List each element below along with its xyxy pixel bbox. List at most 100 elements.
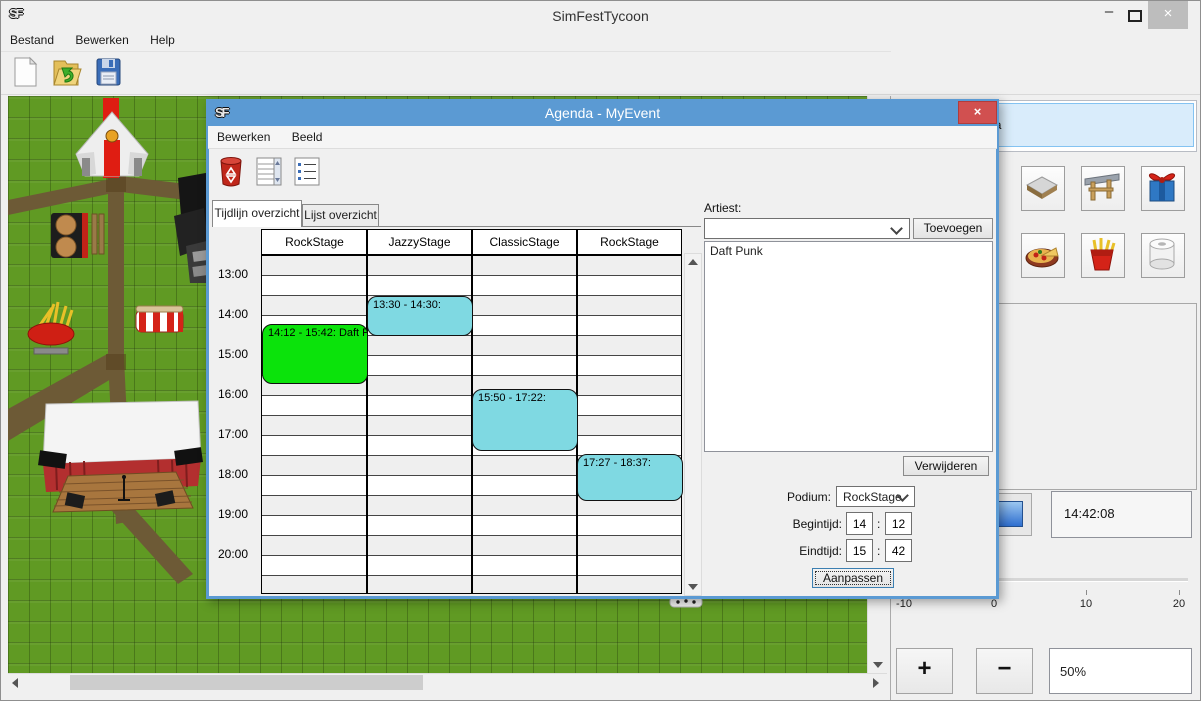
podium-combobox[interactable]: RockStage <box>836 486 915 507</box>
time-label: 16:00 <box>218 387 260 401</box>
stage-column-header: ClassicStage <box>472 230 577 254</box>
save-floppy-icon <box>93 55 123 89</box>
slider-tick-label: 20 <box>1159 598 1199 610</box>
shop-item-toilet-paper-button[interactable] <box>1141 233 1185 278</box>
road-tile-icon <box>1022 167 1062 208</box>
time-label: 15:00 <box>218 347 260 361</box>
list-view-button[interactable] <box>292 154 324 188</box>
end-minute-field[interactable] <box>885 539 912 562</box>
striped-stand <box>136 306 183 332</box>
menu-bewerken[interactable]: Bewerken <box>66 29 137 47</box>
close-button[interactable]: × <box>1148 1 1188 29</box>
clock-value: 14:42:08 <box>1064 506 1115 521</box>
apply-button[interactable]: Aanpassen <box>812 568 894 588</box>
slider-tick <box>1179 590 1180 595</box>
begin-hour-field[interactable] <box>846 512 873 535</box>
shop-item-gift-box-button[interactable] <box>1141 166 1185 211</box>
shop-item-entrance-gate-button[interactable] <box>1081 166 1125 211</box>
agenda-dialog: SF Agenda - MyEvent × Bewerken Beeld <box>206 99 999 599</box>
play-icon <box>995 501 1023 527</box>
tab-lijst-overzicht[interactable]: Lijst overzicht <box>302 204 379 227</box>
open-folder-icon <box>51 55 83 89</box>
zoom-level-field[interactable]: 50% <box>1049 648 1192 694</box>
time-label: 14:00 <box>218 307 260 321</box>
new-file-icon <box>10 55 40 89</box>
game-clock: 14:42:08 <box>1051 491 1192 538</box>
schedule-event[interactable]: 17:27 - 18:37: <box>577 454 683 501</box>
time-colon: : <box>877 544 880 558</box>
scrollbar-thumb[interactable] <box>70 675 423 690</box>
artist-list-item[interactable]: Daft Punk <box>705 242 992 260</box>
scroll-up-icon[interactable] <box>688 259 698 265</box>
tab-tijdlijn-overzicht[interactable]: Tijdlijn overzicht <box>212 200 302 227</box>
dialog-menu-bar: Bewerken Beeld <box>208 126 997 149</box>
zoom-in-button[interactable]: + <box>896 648 953 694</box>
toilet-paper-icon <box>1142 234 1182 275</box>
menu-help[interactable]: Help <box>141 29 184 47</box>
schedule-scrollbar[interactable] <box>684 253 702 596</box>
zoom-out-button[interactable]: − <box>976 648 1033 694</box>
artist-label: Artiest: <box>704 201 741 215</box>
title-bar: SF SimFestTycoon – × <box>1 1 1200 29</box>
dialog-toolbar <box>208 148 997 194</box>
stage-column-header: RockStage <box>577 230 682 254</box>
column-divider <box>366 230 368 593</box>
begin-minute-field[interactable] <box>885 512 912 535</box>
scroll-left-icon[interactable] <box>12 678 18 688</box>
podium-label: Podium: <box>751 490 831 504</box>
scroll-right-icon[interactable] <box>873 678 879 688</box>
scroll-down-icon[interactable] <box>873 662 883 668</box>
maximize-button[interactable] <box>1122 1 1148 29</box>
time-colon: : <box>877 517 880 531</box>
menu-bestand[interactable]: Bestand <box>1 29 63 47</box>
dialog-menu-beeld[interactable]: Beeld <box>283 126 332 144</box>
timeline-view-icon <box>254 154 284 188</box>
scroll-down-icon[interactable] <box>688 584 698 590</box>
time-label: 13:00 <box>218 267 260 281</box>
fries-icon <box>1082 234 1122 275</box>
new-file-button[interactable] <box>10 55 44 91</box>
artist-combobox[interactable] <box>704 218 910 239</box>
time-label: 19:00 <box>218 507 260 521</box>
menu-bar: Bestand Bewerken Help <box>1 29 891 52</box>
time-label: 20:00 <box>218 547 260 561</box>
end-time-label: Eindtijd: <box>762 544 842 558</box>
shop-item-pizza-button[interactable] <box>1021 233 1065 278</box>
entrance-gate-icon <box>1082 167 1122 208</box>
schedule-event[interactable]: 13:30 - 14:30: <box>367 296 473 336</box>
slider-tick-label: 10 <box>1066 598 1106 610</box>
bench <box>92 214 104 254</box>
map-horizontal-scrollbar[interactable] <box>8 673 887 691</box>
end-hour-field[interactable] <box>846 539 873 562</box>
trash-icon <box>216 154 246 188</box>
schedule-event[interactable]: 15:50 - 17:22: <box>472 389 578 450</box>
artist-listbox[interactable]: Daft Punk <box>704 241 993 452</box>
shop-item-fries-button[interactable] <box>1081 233 1125 278</box>
timeline-view-button[interactable] <box>254 154 286 188</box>
minimize-button[interactable]: – <box>1096 1 1122 29</box>
slider-tick-label: -10 <box>884 598 924 610</box>
timeline-grid: 13:0014:0015:0016:0017:0018:0019:0020:00… <box>213 229 702 596</box>
list-view-icon <box>292 154 322 188</box>
time-label: 17:00 <box>218 427 260 441</box>
dialog-title-bar[interactable]: SF Agenda - MyEvent × <box>208 101 997 126</box>
schedule-event[interactable]: 14:12 - 15:42: Daft Punk <box>262 324 368 384</box>
app-window: SF SimFestTycoon – × Bestand Bewerken He… <box>0 0 1201 701</box>
main-toolbar <box>1 52 891 94</box>
pizza-icon <box>1022 234 1062 275</box>
shop-item-road-tile-button[interactable] <box>1021 166 1065 211</box>
content-divider <box>1 94 1201 95</box>
remove-artist-button[interactable]: Verwijderen <box>903 456 989 476</box>
save-button[interactable] <box>93 55 127 91</box>
slider-tick <box>1086 590 1087 595</box>
gift-box-icon <box>1142 167 1182 208</box>
schedule-columns: RockStageJazzyStageClassicStageRockStage… <box>261 229 682 594</box>
dialog-close-button[interactable]: × <box>958 101 997 124</box>
delete-event-button[interactable] <box>216 154 248 188</box>
dialog-menu-bewerken[interactable]: Bewerken <box>208 126 279 144</box>
slider-tick-label: 0 <box>974 598 1014 610</box>
maximize-icon <box>1128 10 1142 22</box>
add-artist-button[interactable]: Toevoegen <box>913 218 993 239</box>
open-file-button[interactable] <box>51 55 85 91</box>
tent-structure <box>76 112 148 176</box>
